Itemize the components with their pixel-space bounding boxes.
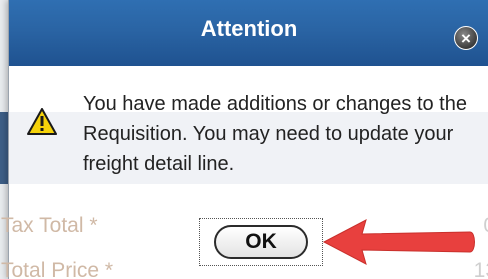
ok-button[interactable]: OK (214, 225, 308, 259)
dialog-titlebar: Attention × (9, 0, 488, 66)
warning-triangle-icon (27, 108, 57, 135)
dialog-message: You have made additions or changes to th… (83, 93, 467, 175)
close-icon[interactable]: × (454, 26, 478, 50)
red-arrow-icon (322, 219, 475, 265)
background-tax-total-value: 0 (483, 214, 488, 238)
background-total-price-label: Total Price * (1, 259, 114, 279)
ok-focus-ring: OK (199, 218, 323, 266)
background-tax-total-label: Tax Total * (1, 214, 98, 237)
dialog-title: Attention (200, 16, 298, 41)
